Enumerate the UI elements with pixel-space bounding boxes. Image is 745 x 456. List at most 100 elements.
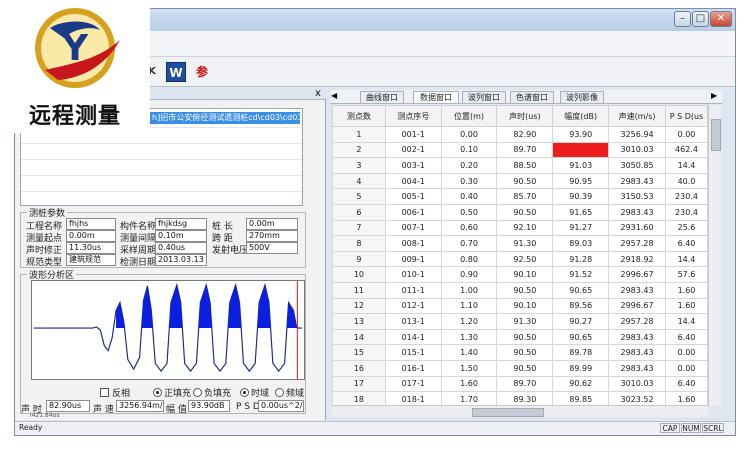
table-cell[interactable]: 91.27 — [552, 219, 610, 237]
vertical-scrollbar[interactable] — [708, 105, 721, 406]
table-cell[interactable]: 89.30 — [496, 391, 554, 405]
table-cell[interactable]: 004-1 — [384, 172, 442, 190]
table-cell[interactable]: 90.10 — [496, 297, 554, 315]
pile-length-field[interactable]: 0.00m — [246, 218, 298, 230]
table-cell[interactable]: 0.50 — [440, 203, 498, 221]
close-button[interactable]: ✕ — [710, 11, 732, 27]
table-cell[interactable]: 3256.94 — [608, 126, 666, 143]
row-header-cell[interactable]: 7 — [332, 219, 386, 237]
table-cell[interactable]: 3050.85 — [608, 157, 666, 174]
params-icon[interactable]: 参 — [192, 62, 212, 82]
horizontal-scroll-thumb[interactable] — [472, 408, 544, 417]
table-cell[interactable]: 90.50 — [496, 172, 554, 190]
table-row[interactable]: 8 008-1 0.70 91.30 89.03 2957.28 6.40 — [332, 235, 708, 252]
time-domain-radio[interactable]: 时域 — [240, 386, 269, 399]
column-header[interactable]: 幅度(dB) — [552, 105, 610, 127]
row-header-cell[interactable]: 12 — [332, 297, 386, 315]
table-cell[interactable]: 25.6 — [664, 219, 708, 237]
row-header-cell[interactable]: 15 — [332, 344, 386, 361]
table-cell[interactable]: 1.50 — [440, 359, 498, 377]
table-cell[interactable]: 14.4 — [664, 250, 708, 268]
table-row[interactable]: 18 018-1 1.70 89.30 89.85 3023.52 1.60 — [332, 391, 708, 405]
time-field[interactable]: 82.90us — [46, 400, 90, 412]
row-header-cell[interactable]: 1 — [332, 126, 386, 143]
table-cell[interactable]: 3150.53 — [608, 188, 666, 205]
table-cell[interactable]: 89.03 — [552, 235, 610, 252]
minimize-button[interactable]: – — [674, 11, 691, 27]
table-cell[interactable]: 0.00 — [664, 359, 708, 377]
table-cell[interactable]: 85.70 — [496, 188, 554, 205]
column-header[interactable]: 声时(us) — [496, 105, 554, 127]
table-cell[interactable]: 2918.92 — [608, 250, 666, 268]
table-cell[interactable]: 0.20 — [440, 157, 498, 174]
spec-field[interactable]: 建筑规范 — [66, 254, 116, 266]
selected-file-item[interactable]: h]招市公安俯径测试遗测桩cd\cd03\cd03-a... — [150, 112, 300, 124]
table-cell[interactable]: 2983.43 — [608, 359, 666, 377]
table-cell[interactable]: 0.70 — [440, 235, 498, 252]
table-cell[interactable]: 2957.28 — [608, 235, 666, 252]
project-name-field[interactable]: fhjhs — [66, 218, 116, 230]
table-cell[interactable]: 1.60 — [664, 297, 708, 315]
table-cell[interactable]: 92.50 — [496, 250, 554, 268]
psd-field[interactable]: 0.00us^2/m — [258, 400, 304, 412]
table-cell[interactable]: 90.95 — [552, 172, 610, 190]
table-cell[interactable]: 0.00 — [440, 126, 498, 143]
table-cell[interactable]: 006-1 — [384, 203, 442, 221]
table-cell[interactable]: 0.60 — [440, 219, 498, 237]
table-cell[interactable]: 0.90 — [440, 266, 498, 283]
row-header-cell[interactable]: 10 — [332, 266, 386, 283]
table-row[interactable]: 2 002-1 0.10 89.70 86.80 3010.03 462.4 — [332, 141, 708, 159]
table-cell[interactable]: 91.52 — [552, 266, 610, 283]
start-field[interactable]: 0.00m — [66, 230, 116, 242]
freq-domain-radio[interactable]: 频域 — [275, 386, 304, 399]
maximize-button[interactable]: □ — [692, 11, 709, 27]
table-cell[interactable]: 91.65 — [552, 203, 610, 221]
table-cell[interactable]: 92.10 — [496, 219, 554, 237]
row-header-cell[interactable]: 8 — [332, 235, 386, 252]
column-header[interactable]: 声速(m/s) — [608, 105, 666, 127]
table-cell[interactable]: 1.00 — [440, 281, 498, 299]
table-cell[interactable]: 1.60 — [440, 375, 498, 393]
table-cell[interactable]: 89.85 — [552, 391, 610, 405]
speed-field[interactable]: 3256.94m/s — [116, 400, 164, 412]
row-header-cell[interactable]: 16 — [332, 359, 386, 377]
tab-scroll-left-icon[interactable]: ◀ — [331, 91, 337, 100]
tab-data[interactable]: 数据窗口 — [413, 91, 459, 103]
table-row[interactable]: 6 006-1 0.50 90.50 91.65 2983.43 230.4 — [332, 203, 708, 221]
table-cell[interactable]: 1.30 — [440, 328, 498, 346]
table-cell[interactable]: 3010.03 — [608, 141, 666, 159]
row-header-cell[interactable]: 18 — [332, 391, 386, 405]
column-header[interactable]: 位置(m) — [440, 105, 498, 127]
table-cell[interactable]: 3023.52 — [608, 391, 666, 405]
vertical-scroll-thumb[interactable] — [711, 119, 721, 151]
table-cell[interactable]: 2957.28 — [608, 313, 666, 330]
interval-field[interactable]: 0.10m — [155, 230, 207, 242]
table-row[interactable]: 1 001-1 0.00 82.90 93.90 3256.94 0.00 — [332, 126, 708, 143]
date-field[interactable]: 2013.03.13 — [155, 254, 207, 266]
table-cell[interactable]: 6.40 — [664, 328, 708, 346]
row-header-cell[interactable]: 5 — [332, 188, 386, 205]
neg-fill-radio[interactable]: 负填充 — [193, 386, 231, 399]
table-cell[interactable]: 0.40 — [440, 188, 498, 205]
tab-curve[interactable]: 曲线窗口 — [360, 91, 404, 103]
table-cell[interactable]: 2931.60 — [608, 219, 666, 237]
table-cell[interactable]: 013-1 — [384, 313, 442, 330]
table-cell[interactable]: 3010.03 — [608, 375, 666, 393]
row-header-cell[interactable]: 2 — [332, 141, 386, 159]
invert-checkbox[interactable]: 反相 — [100, 386, 130, 399]
table-row[interactable]: 4 004-1 0.30 90.50 90.95 2983.43 40.0 — [332, 172, 708, 190]
row-header-cell[interactable]: 13 — [332, 313, 386, 330]
table-cell[interactable]: 40.0 — [664, 172, 708, 190]
table-cell[interactable]: 89.70 — [496, 141, 554, 159]
waveform-plot[interactable] — [31, 280, 305, 380]
table-cell[interactable]: 90.50 — [496, 281, 554, 299]
table-cell[interactable]: 1.20 — [440, 313, 498, 330]
amp-field[interactable]: 93.90dB — [188, 400, 230, 412]
row-header-cell[interactable]: 3 — [332, 157, 386, 174]
table-cell[interactable]: 015-1 — [384, 344, 442, 361]
table-cell[interactable]: 1.40 — [440, 344, 498, 361]
row-header-cell[interactable]: 11 — [332, 281, 386, 299]
table-cell[interactable]: 2983.43 — [608, 328, 666, 346]
table-cell[interactable]: 1.70 — [440, 391, 498, 405]
table-row[interactable]: 16 016-1 1.50 90.50 89.99 2983.43 0.00 — [332, 359, 708, 377]
